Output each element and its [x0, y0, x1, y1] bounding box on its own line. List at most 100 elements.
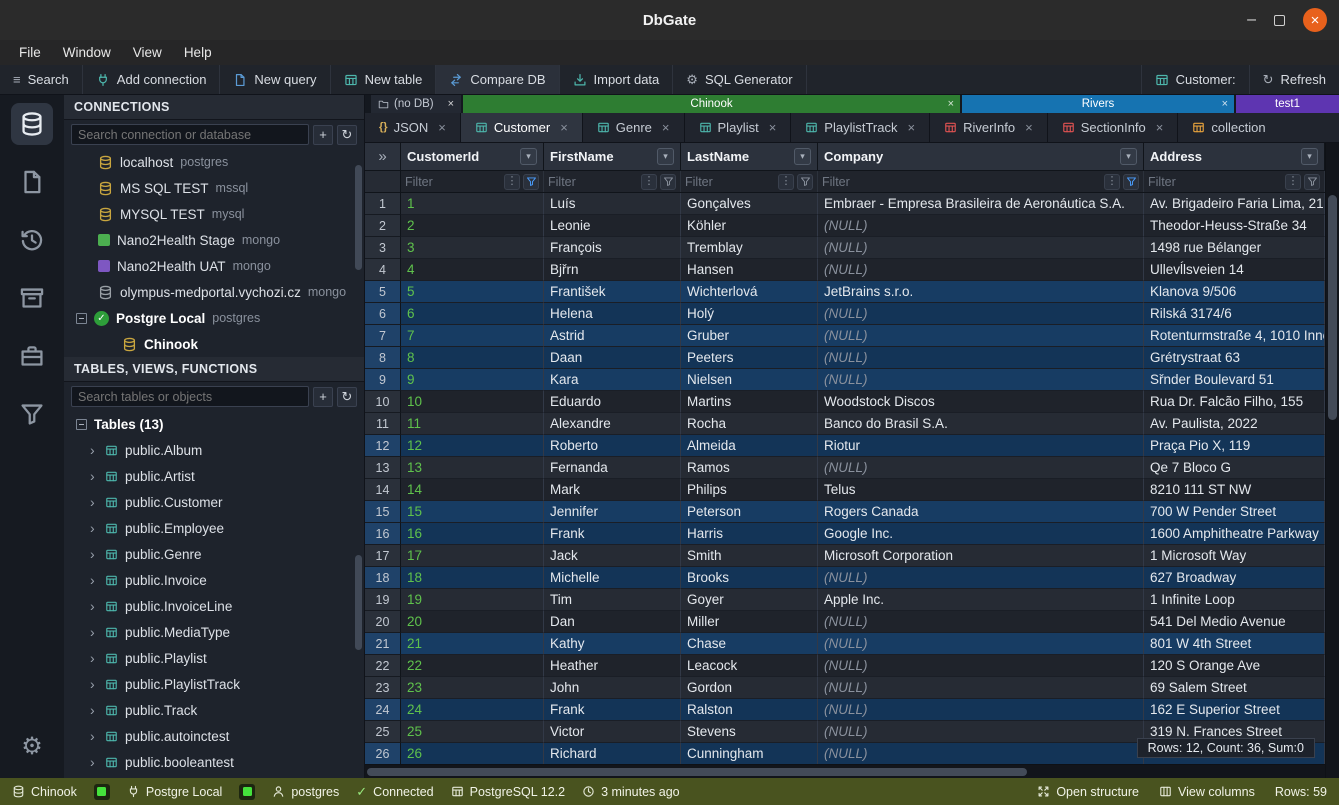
status-open-structure[interactable]: Open structure — [1037, 785, 1139, 799]
sidebar-history-button[interactable] — [11, 219, 53, 261]
row-number[interactable]: 2 — [365, 215, 401, 237]
cell-customerid[interactable]: 4 — [401, 259, 544, 281]
connection-nano2health-stage[interactable]: Nano2Health Stagemongo — [64, 227, 364, 253]
cell-lastname[interactable]: Peeters — [681, 347, 818, 369]
cell-company[interactable]: Banco do Brasil S.A. — [818, 413, 1144, 435]
cell-lastname[interactable]: Leacock — [681, 655, 818, 677]
cell-address[interactable]: 700 W Pender Street — [1144, 501, 1325, 523]
menu-window[interactable]: Window — [52, 45, 122, 60]
filter-input[interactable]: Filter — [405, 175, 501, 189]
cell-address[interactable]: 162 E Superior Street — [1144, 699, 1325, 721]
row-number[interactable]: 6 — [365, 303, 401, 325]
row-number[interactable]: 15 — [365, 501, 401, 523]
tables-scrollbar[interactable] — [355, 555, 362, 650]
row-number[interactable]: 8 — [365, 347, 401, 369]
grid-row[interactable]: 11LuísGonçalvesEmbraer - Empresa Brasile… — [365, 193, 1325, 215]
grid-row[interactable]: 2121KathyChase(NULL)801 W 4th Street — [365, 633, 1325, 655]
grid-row[interactable]: 2323JohnGordon(NULL)69 Salem Street — [365, 677, 1325, 699]
cell-lastname[interactable]: Nielsen — [681, 369, 818, 391]
grid-row[interactable]: 2020DanMiller(NULL)541 Del Medio Avenue — [365, 611, 1325, 633]
filter-input[interactable]: Filter — [548, 175, 638, 189]
cell-customerid[interactable]: 12 — [401, 435, 544, 457]
filter-funnel-button[interactable] — [797, 174, 813, 190]
cell-lastname[interactable]: Smith — [681, 545, 818, 567]
cell-firstname[interactable]: Tim — [544, 589, 681, 611]
cell-lastname[interactable]: Miller — [681, 611, 818, 633]
filter-funnel-button[interactable] — [523, 174, 539, 190]
connection-nano2health-uat[interactable]: Nano2Health UATmongo — [64, 253, 364, 279]
connection-postgre-local[interactable]: ✓Postgre Localpostgres — [64, 305, 364, 331]
cell-address[interactable]: Sřnder Boulevard 51 — [1144, 369, 1325, 391]
cell-company[interactable]: (NULL) — [818, 325, 1144, 347]
horizontal-scroll-thumb[interactable] — [367, 768, 1027, 776]
cell-customerid[interactable]: 16 — [401, 523, 544, 545]
cell-firstname[interactable]: Astrid — [544, 325, 681, 347]
cell-firstname[interactable]: Luís — [544, 193, 681, 215]
cell-address[interactable]: Av. Brigadeiro Faria Lima, 2170 — [1144, 193, 1325, 215]
vertical-scrollbar[interactable] — [1325, 143, 1339, 778]
cell-lastname[interactable]: Chase — [681, 633, 818, 655]
filter-input[interactable]: Filter — [685, 175, 775, 189]
menu-view[interactable]: View — [122, 45, 173, 60]
tab-collection[interactable]: collection — [1178, 113, 1339, 142]
cell-lastname[interactable]: Ramos — [681, 457, 818, 479]
cell-company[interactable]: JetBrains s.r.o. — [818, 281, 1144, 303]
refresh-connections-button[interactable]: ↻ — [337, 125, 357, 145]
grid-row[interactable]: 1717JackSmithMicrosoft Corporation1 Micr… — [365, 545, 1325, 567]
cell-address[interactable]: Rilská 3174/6 — [1144, 303, 1325, 325]
tab-playlisttrack[interactable]: PlaylistTrack× — [791, 113, 930, 142]
grid-row[interactable]: 1515JenniferPetersonRogers Canada700 W P… — [365, 501, 1325, 523]
column-menu-button[interactable]: ▾ — [794, 148, 811, 165]
connection-localhost[interactable]: localhostpostgres — [64, 149, 364, 175]
column-header-customerid[interactable]: CustomerId▾ — [401, 143, 544, 170]
cell-customerid[interactable]: 24 — [401, 699, 544, 721]
cell-customerid[interactable]: 9 — [401, 369, 544, 391]
cell-address[interactable]: 69 Salem Street — [1144, 677, 1325, 699]
column-menu-button[interactable]: ▾ — [1120, 148, 1137, 165]
sidebar-settings-button[interactable]: ⚙ — [11, 726, 53, 768]
grid-row[interactable]: 1313FernandaRamos(NULL)Qe 7 Bloco G — [365, 457, 1325, 479]
cell-company[interactable]: Microsoft Corporation — [818, 545, 1144, 567]
sidebar-apps-button[interactable] — [11, 335, 53, 377]
filter-options-button[interactable]: ⋮ — [504, 174, 520, 190]
cell-customerid[interactable]: 1 — [401, 193, 544, 215]
cell-customerid[interactable]: 14 — [401, 479, 544, 501]
cell-lastname[interactable]: Wichterlová — [681, 281, 818, 303]
row-number[interactable]: 3 — [365, 237, 401, 259]
row-number[interactable]: 21 — [365, 633, 401, 655]
cell-lastname[interactable]: Philips — [681, 479, 818, 501]
sidebar-databases-button[interactable] — [11, 103, 53, 145]
vertical-scroll-thumb[interactable] — [1328, 195, 1337, 420]
filter-funnel-button[interactable] — [1123, 174, 1139, 190]
cell-company[interactable]: Embraer - Empresa Brasileira de Aeronáut… — [818, 193, 1144, 215]
table-public-genre[interactable]: ›public.Genre — [64, 541, 364, 567]
sidebar-files-button[interactable] — [11, 161, 53, 203]
cell-customerid[interactable]: 7 — [401, 325, 544, 347]
filter-options-button[interactable]: ⋮ — [1104, 174, 1120, 190]
grid-row[interactable]: 1919TimGoyerApple Inc.1 Infinite Loop — [365, 589, 1325, 611]
grid-row[interactable]: 88DaanPeeters(NULL)Grétrystraat 63 — [365, 347, 1325, 369]
cell-company[interactable]: (NULL) — [818, 721, 1144, 743]
cell-customerid[interactable]: 3 — [401, 237, 544, 259]
close-icon[interactable]: × — [560, 120, 568, 135]
toolbar-new-table-button[interactable]: New table — [331, 65, 437, 94]
horizontal-scrollbar[interactable] — [365, 764, 1325, 778]
grid-row[interactable]: 1212RobertoAlmeidaRioturPraça Pio X, 119 — [365, 435, 1325, 457]
cell-lastname[interactable]: Gonçalves — [681, 193, 818, 215]
cell-customerid[interactable]: 17 — [401, 545, 544, 567]
row-number[interactable]: 12 — [365, 435, 401, 457]
db-group-test1[interactable]: test1 — [1236, 95, 1339, 113]
cell-address[interactable]: 1 Microsoft Way — [1144, 545, 1325, 567]
collapse-icon[interactable] — [76, 419, 87, 430]
grid-row[interactable]: 22LeonieKöhler(NULL)Theodor-Heuss-Straße… — [365, 215, 1325, 237]
cell-company[interactable]: Telus — [818, 479, 1144, 501]
filter-funnel-button[interactable] — [1304, 174, 1320, 190]
grid-row[interactable]: 1111AlexandreRochaBanco do Brasil S.A.Av… — [365, 413, 1325, 435]
table-public-autoinctest[interactable]: ›public.autoinctest — [64, 723, 364, 749]
cell-firstname[interactable]: Roberto — [544, 435, 681, 457]
cell-firstname[interactable]: Victor — [544, 721, 681, 743]
table-public-mediatype[interactable]: ›public.MediaType — [64, 619, 364, 645]
db-group-no-db[interactable]: (no DB)× — [371, 95, 461, 113]
column-header-firstname[interactable]: FirstName▾ — [544, 143, 681, 170]
cell-address[interactable]: Av. Paulista, 2022 — [1144, 413, 1325, 435]
